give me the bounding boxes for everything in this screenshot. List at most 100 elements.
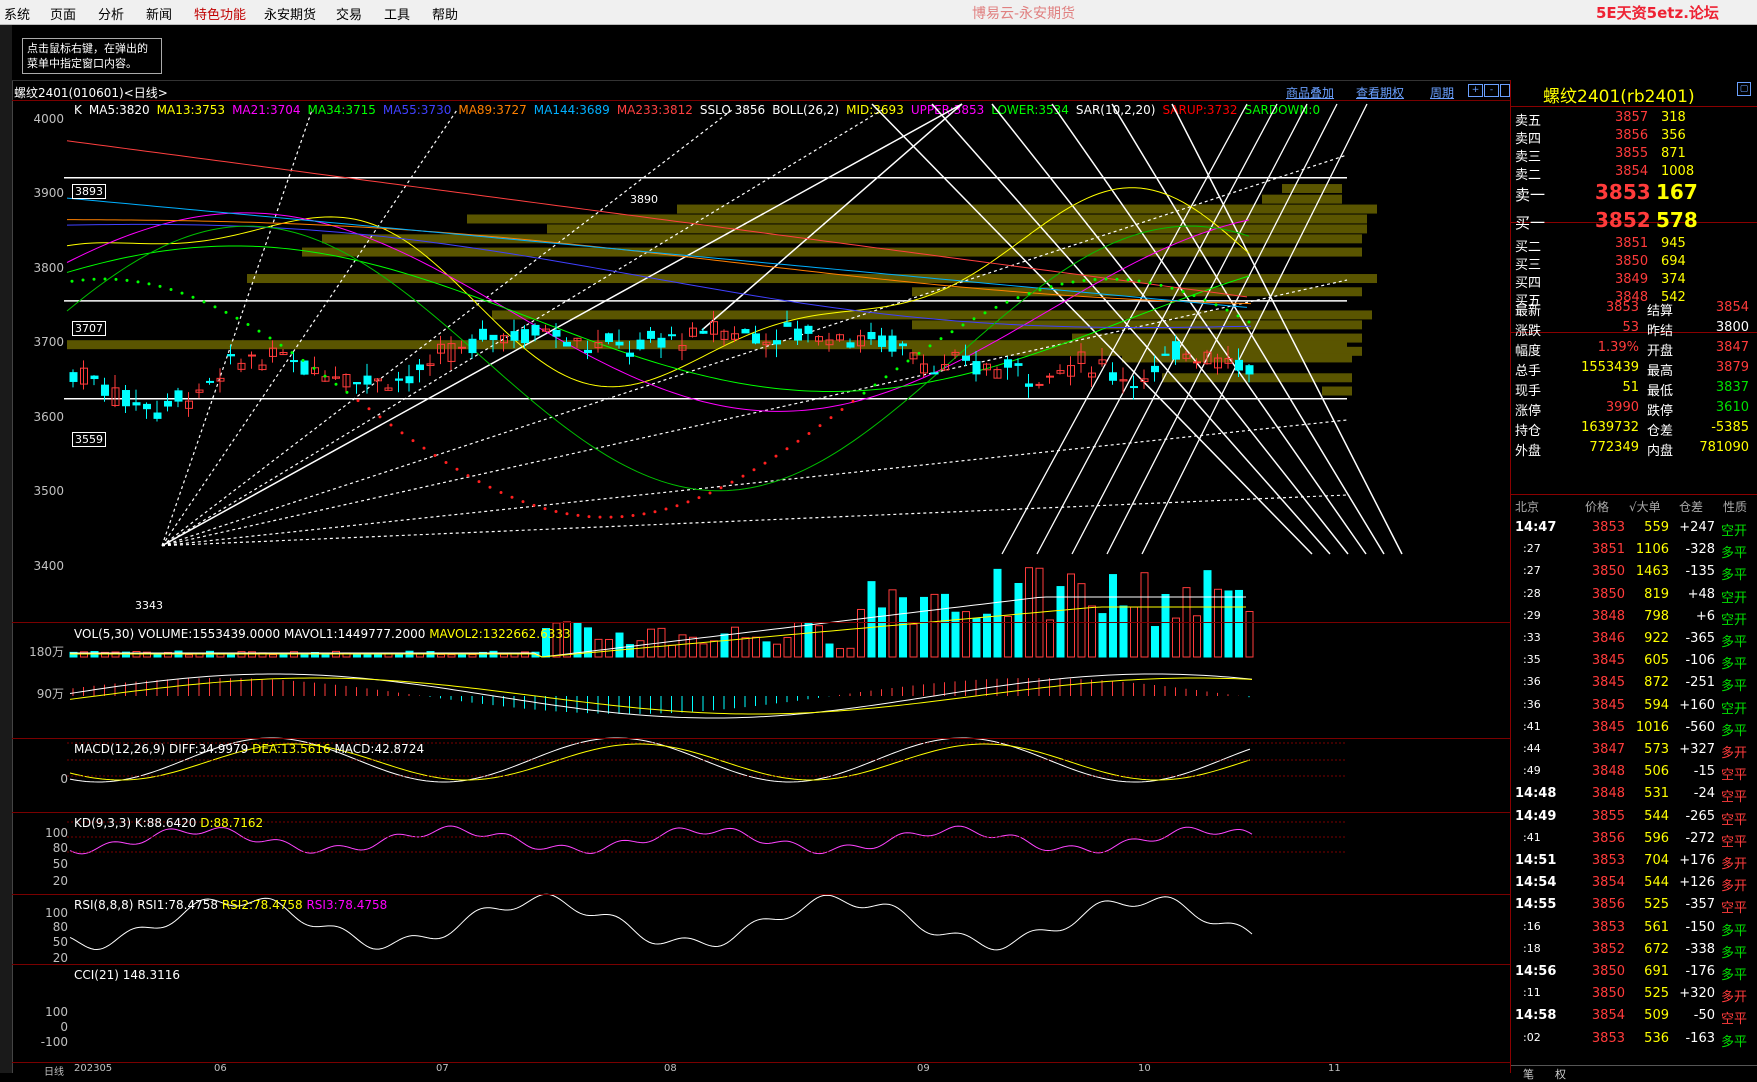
tick-price: 3848 — [1591, 764, 1625, 780]
sar-dot — [939, 337, 943, 341]
sar-dot — [147, 282, 151, 286]
divider — [1511, 494, 1757, 495]
menu-yongan[interactable]: 永安期货 — [264, 4, 316, 23]
sar-dot — [928, 344, 932, 348]
sar-dot — [433, 453, 437, 457]
volume-bar — [1088, 605, 1096, 658]
volume-bar — [374, 653, 382, 658]
sar-dot — [499, 491, 503, 495]
panel-divider — [12, 894, 1510, 895]
price-tick: 3400 — [33, 559, 64, 573]
tick-oi-change: -176 — [1685, 964, 1715, 979]
ask-label: 卖三 — [1515, 150, 1542, 165]
menu-trade[interactable]: 交易 — [336, 4, 362, 23]
tick-price: 3848 — [1591, 608, 1625, 624]
tick-oi-change: -265 — [1685, 808, 1715, 824]
overlay-link[interactable]: 商品叠加 — [1286, 84, 1334, 101]
volume-bar — [1235, 589, 1243, 658]
ask-label: 卖一 — [1515, 186, 1546, 204]
tick-time: :29 — [1523, 608, 1541, 622]
sar-dot — [312, 366, 316, 370]
cci-tick: -100 — [40, 1035, 68, 1049]
chart-header: 螺纹2401(010601)<日线> 商品叠加 查看期权 周期 + - — [12, 82, 1510, 101]
menu-analysis[interactable]: 分析 — [98, 4, 124, 23]
sar-dot — [1126, 278, 1130, 282]
kd-tick: 50 — [52, 857, 68, 871]
menu-help[interactable]: 帮助 — [432, 4, 458, 23]
restore-icon[interactable] — [1500, 84, 1510, 97]
sar-dot — [1148, 281, 1152, 285]
menu-system[interactable]: 系统 — [4, 4, 30, 23]
candlestick — [878, 335, 886, 347]
gann-fan-line — [161, 109, 313, 546]
tab-rights[interactable]: 权 — [1555, 1066, 1566, 1082]
tick-time: 14:49 — [1515, 808, 1557, 824]
tick-nature: 空平 — [1721, 790, 1748, 806]
tick-time: 14:56 — [1515, 964, 1557, 979]
panel-divider — [12, 964, 1510, 965]
tick-oi-change: +320 — [1679, 986, 1715, 1002]
tab-trades[interactable]: 笔 — [1523, 1066, 1534, 1082]
sar-dot — [488, 485, 492, 489]
zoom-out-icon[interactable]: - — [1484, 84, 1499, 97]
zoom-in-icon[interactable]: + — [1468, 84, 1483, 97]
ask-price: 3857 — [1615, 110, 1649, 125]
volume-bar — [1172, 617, 1180, 658]
tick-volume: 691 — [1644, 964, 1669, 979]
stat-value: -5385 — [1711, 420, 1749, 435]
candlestick — [1193, 361, 1201, 364]
chart-tab[interactable]: 螺纹2401(010601)<日线> — [14, 84, 168, 101]
sar-dot — [587, 515, 591, 519]
chart-canvas[interactable] — [12, 100, 1510, 1073]
sar-dot — [422, 446, 426, 450]
sar-dot — [818, 424, 822, 428]
tick-nature: 多开 — [1721, 990, 1748, 1006]
rsi-legend: RSI(8,8,8) RSI1:78.4758 RSI2:78.4758 RSI… — [74, 898, 387, 912]
sar-dot — [92, 277, 96, 281]
menu-special[interactable]: 特色功能 — [194, 4, 246, 23]
tick-nature: 多平 — [1721, 945, 1748, 961]
mavol2-value: MAVOL2:1322662.6333 — [429, 627, 571, 641]
menu-tools[interactable]: 工具 — [384, 4, 410, 23]
bid-volume: 374 — [1661, 272, 1686, 287]
collapse-icon[interactable]: ▢ — [1737, 82, 1751, 96]
tick-price: 3845 — [1591, 719, 1625, 735]
menu-news[interactable]: 新闻 — [146, 4, 172, 23]
stat-label: 开盘 — [1647, 344, 1674, 359]
sar-dot — [521, 500, 525, 504]
stat-value: 1.39% — [1597, 340, 1639, 355]
volume-bar — [594, 638, 603, 658]
stat-label: 内盘 — [1647, 444, 1674, 459]
sar-dot — [697, 496, 701, 500]
stat-label: 跌停 — [1647, 404, 1674, 419]
tick-time: :27 — [1523, 564, 1541, 578]
menu-page[interactable]: 页面 — [50, 4, 76, 23]
period-link[interactable]: 周期 — [1430, 84, 1454, 101]
stat-value: 1553439 — [1581, 360, 1639, 375]
volume-bar — [951, 611, 960, 658]
tick-volume: 1106 — [1635, 542, 1669, 558]
options-link[interactable]: 查看期权 — [1356, 84, 1404, 101]
stat-label: 涨停 — [1515, 404, 1542, 419]
tick-price: 3846 — [1591, 631, 1625, 646]
bid-volume: 578 — [1656, 208, 1698, 232]
sar-dot — [884, 375, 888, 379]
sar-dot — [1060, 282, 1064, 286]
price-tick: 3600 — [33, 410, 64, 424]
tick-oi-change: +176 — [1679, 853, 1715, 868]
bid-label: 买二 — [1515, 240, 1542, 255]
sar-dot — [796, 439, 800, 443]
sar-dot — [1137, 279, 1141, 283]
candlestick — [773, 340, 781, 345]
tick-nature: 多平 — [1721, 635, 1748, 650]
tick-time: 14:51 — [1515, 853, 1557, 868]
tick-volume: 525 — [1644, 986, 1669, 1002]
sar-dot — [180, 291, 184, 295]
sar-dot — [246, 322, 250, 326]
candlestick — [1025, 383, 1033, 387]
sar-dot — [1203, 298, 1207, 302]
tick-price: 3850 — [1591, 586, 1625, 602]
tick-time: :36 — [1523, 675, 1541, 689]
tick-time: 14:55 — [1515, 897, 1557, 913]
volume-bar — [762, 641, 771, 658]
